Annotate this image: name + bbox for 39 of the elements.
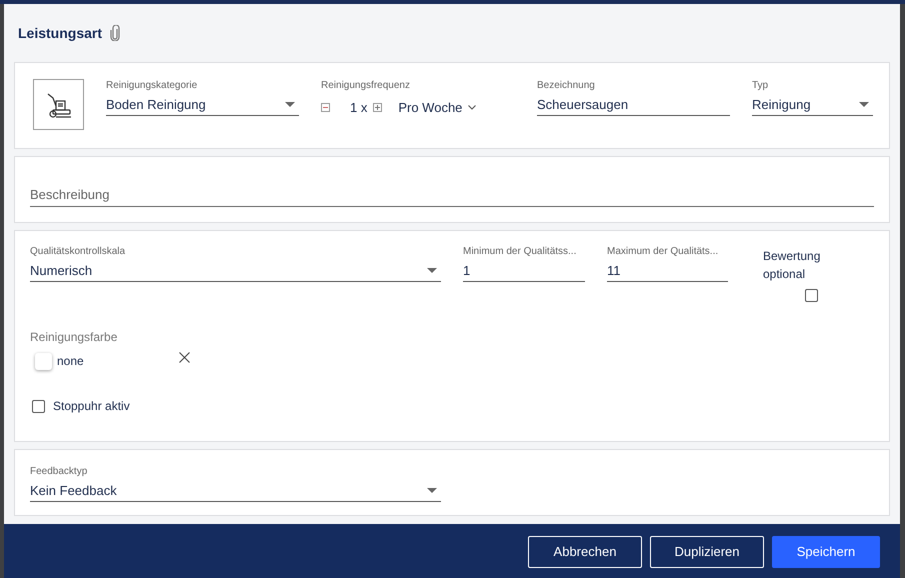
dropdown[interactable]: Boden Reinigung: [106, 94, 299, 116]
field-label: Reinigungsfarbe: [30, 330, 118, 344]
paperclip-icon[interactable]: [110, 25, 120, 41]
color-value: none: [57, 354, 84, 368]
field-label: Typ: [752, 80, 770, 93]
action-button[interactable]: Abbrechen: [528, 536, 642, 568]
checkbox-label: Bewertung optional: [763, 248, 822, 283]
caret-icon: [859, 102, 869, 106]
text-field[interactable]: Scheuersaugen: [537, 94, 730, 116]
field-label: Reinigungskategorie: [106, 80, 198, 93]
checkbox[interactable]: [32, 400, 45, 412]
field-label: Minimum der Qualitätss...: [463, 246, 578, 259]
machine-icon: [33, 79, 84, 130]
field-label: Feedbacktyp: [30, 466, 88, 479]
caret-icon: [285, 102, 295, 106]
frequency-count: 1 x: [350, 100, 368, 114]
dropdown[interactable]: Numerisch: [30, 260, 441, 282]
checkbox[interactable]: [805, 289, 818, 302]
frequency-unit-dropdown[interactable]: Pro Woche: [398, 100, 476, 114]
minus-button[interactable]: [321, 102, 330, 112]
dropdown[interactable]: Reinigung: [752, 94, 873, 116]
chevron-icon: [468, 104, 476, 110]
color-swatch[interactable]: [35, 352, 52, 370]
action-button[interactable]: Duplizieren: [650, 536, 764, 568]
dialog-title: Leistungsart: [18, 25, 102, 41]
field-label: Maximum der Qualitäts...: [607, 246, 720, 259]
checkbox-label: Stoppuhr aktiv: [53, 399, 130, 413]
field-label: Qualitätskontrollskala: [30, 246, 126, 259]
text-field[interactable]: 1: [463, 260, 585, 282]
description-input[interactable]: Beschreibung: [30, 187, 874, 206]
field-label: Reinigungsfrequenz: [321, 80, 411, 93]
plus-button[interactable]: [373, 102, 382, 112]
caret-icon: [427, 268, 437, 272]
save-button[interactable]: Speichern: [772, 536, 880, 568]
text-field[interactable]: 11: [607, 260, 728, 282]
caret-icon: [427, 488, 437, 492]
field-label: Bezeichnung: [537, 80, 596, 93]
dropdown[interactable]: Kein Feedback: [30, 480, 441, 502]
close-icon[interactable]: [178, 352, 190, 362]
